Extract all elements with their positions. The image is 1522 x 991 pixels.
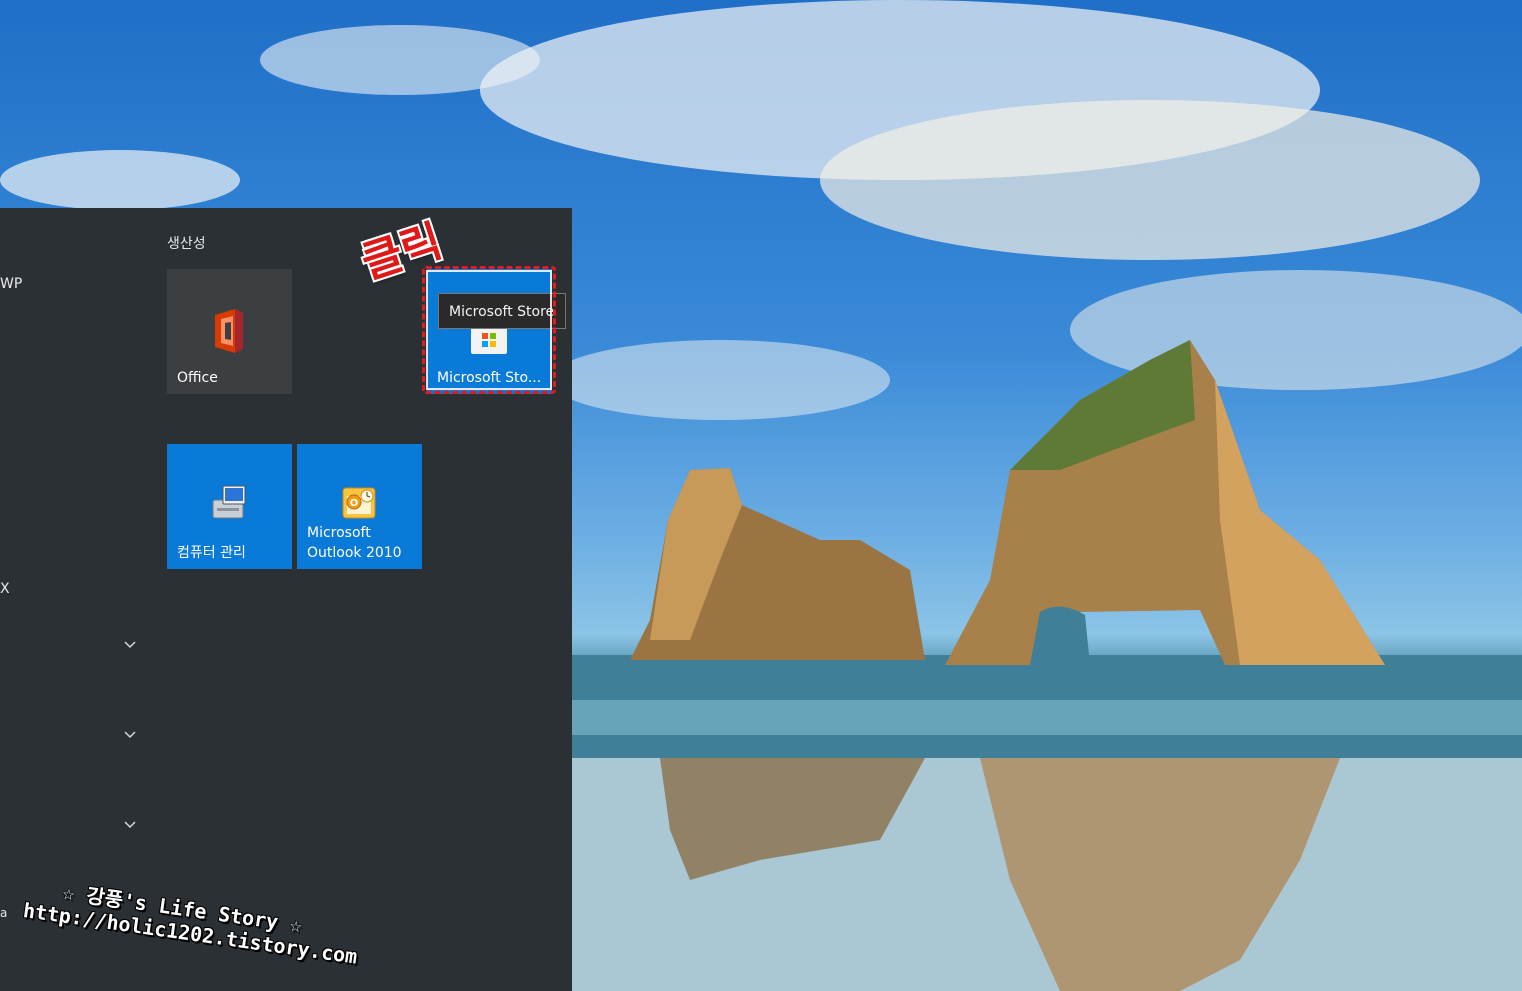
outlook-tile[interactable]: O Microsoft Outlook 2010	[297, 444, 422, 569]
computer-management-icon	[212, 485, 246, 519]
computer-management-tile[interactable]: 컴퓨터 관리	[167, 444, 292, 569]
chevron-down-icon[interactable]	[123, 640, 137, 650]
chevron-down-icon[interactable]	[123, 730, 137, 740]
microsoft-store-tooltip: Microsoft Store	[438, 293, 566, 329]
microsoft-store-tile[interactable]: Microsoft Sto...	[427, 269, 552, 394]
office-tile-label: Office	[177, 370, 218, 386]
outlook-tile-label: Microsoft Outlook 2010	[307, 523, 414, 563]
app-list-item-x[interactable]: X	[0, 581, 10, 597]
app-list-item-a[interactable]: a	[0, 906, 7, 920]
office-icon	[215, 309, 243, 353]
outlook-tile-label-line2: Outlook 2010	[307, 545, 402, 561]
app-list-item-wp[interactable]: WP	[0, 276, 22, 292]
microsoft-store-tile-label: Microsoft Sto...	[437, 370, 542, 386]
start-menu-panel: WP X a 생산성 Office 컴퓨터 관리 O Microsoft Out…	[0, 208, 572, 991]
svg-text:O: O	[350, 498, 359, 509]
chevron-down-icon[interactable]	[123, 820, 137, 830]
tile-group-title[interactable]: 생산성	[167, 233, 206, 253]
computer-management-tile-label: 컴퓨터 관리	[177, 545, 246, 561]
outlook-icon: O	[342, 487, 376, 519]
office-tile[interactable]: Office	[167, 269, 292, 394]
outlook-tile-label-line1: Microsoft	[307, 525, 371, 541]
